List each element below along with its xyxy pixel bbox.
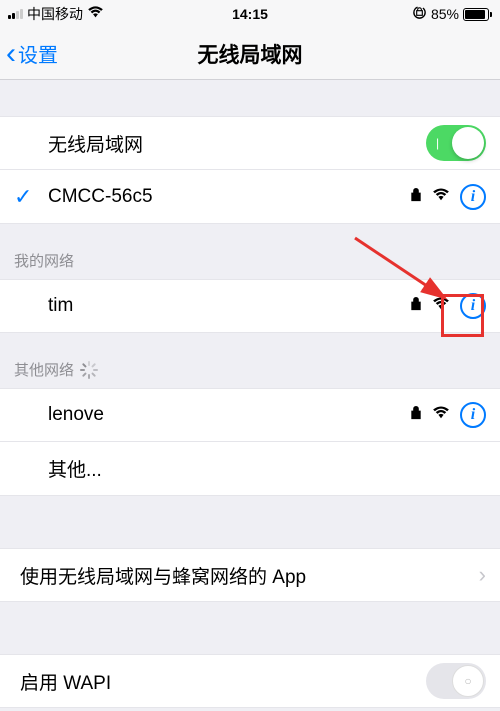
- status-bar: 中国移动 14:15 85%: [0, 0, 500, 28]
- wapi-toggle-switch[interactable]: ○: [426, 663, 486, 699]
- wlan-toggle-label: 无线局域网: [48, 130, 426, 157]
- chevron-left-icon: ‹: [6, 39, 16, 69]
- my-networks-header: 我的网络: [0, 224, 500, 279]
- wifi-icon: [432, 404, 450, 426]
- other-network-row[interactable]: 其他...: [0, 442, 500, 496]
- other-networks-header: 其他网络: [0, 333, 500, 388]
- lock-icon: [410, 186, 422, 208]
- connected-network-row[interactable]: ✓ CMCC-56c5 i: [0, 170, 500, 224]
- back-button[interactable]: ‹ 设置: [0, 39, 58, 69]
- wlan-toggle-switch[interactable]: |: [426, 125, 486, 161]
- cellular-signal-icon: [8, 9, 23, 19]
- lock-icon: [410, 404, 422, 426]
- status-left: 中国移动: [8, 4, 104, 24]
- orientation-lock-icon: [412, 5, 427, 23]
- wlan-toggle-row: 无线局域网 |: [0, 116, 500, 170]
- carrier-label: 中国移动: [27, 4, 83, 24]
- nav-bar: ‹ 设置 无线局域网: [0, 28, 500, 80]
- page-title: 无线局域网: [198, 39, 303, 69]
- battery-icon: [463, 8, 492, 21]
- enable-wapi-label: 启用 WAPI: [20, 668, 426, 695]
- network-name: lenove: [48, 404, 410, 426]
- network-name: tim: [48, 295, 410, 317]
- info-icon[interactable]: i: [460, 402, 486, 428]
- network-row-lenove[interactable]: lenove i: [0, 388, 500, 442]
- spinner-icon: [80, 361, 98, 379]
- network-row-tim[interactable]: tim i: [0, 279, 500, 333]
- back-label: 设置: [18, 39, 58, 68]
- apps-using-wlan-label: 使用无线局域网与蜂窝网络的 App: [20, 562, 479, 589]
- wifi-status-icon: [87, 6, 104, 22]
- annotation-highlight-box: [441, 294, 484, 337]
- wifi-icon: [432, 186, 450, 208]
- info-icon[interactable]: i: [460, 184, 486, 210]
- checkmark-icon: ✓: [14, 184, 32, 210]
- battery-percent: 85%: [431, 6, 459, 22]
- other-label: 其他...: [48, 455, 486, 482]
- status-right: 85%: [412, 5, 492, 23]
- status-time: 14:15: [232, 6, 268, 22]
- apps-using-wlan-row[interactable]: 使用无线局域网与蜂窝网络的 App ›: [0, 548, 500, 602]
- connected-network-name: CMCC-56c5: [48, 186, 410, 208]
- chevron-right-icon: ›: [479, 562, 486, 588]
- lock-icon: [410, 295, 422, 317]
- enable-wapi-row: 启用 WAPI ○: [0, 654, 500, 708]
